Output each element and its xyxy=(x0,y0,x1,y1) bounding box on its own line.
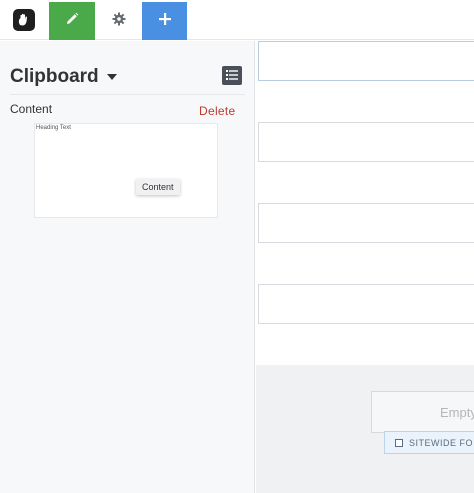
page-canvas: Empty SITEWIDE FO xyxy=(256,41,474,493)
content-block[interactable] xyxy=(258,41,474,81)
delete-button[interactable]: Delete xyxy=(199,104,236,118)
concrete-logo-button[interactable] xyxy=(0,0,48,40)
panel-title: Clipboard xyxy=(10,66,99,87)
add-block-button[interactable] xyxy=(142,2,187,40)
sitewide-label: SITEWIDE FO xyxy=(409,437,473,448)
list-view-button[interactable] xyxy=(222,66,242,85)
section-label: Content xyxy=(10,102,53,116)
content-block[interactable] xyxy=(258,284,474,324)
footer-area: Empty SITEWIDE FO xyxy=(256,365,474,493)
empty-area-text: Empty xyxy=(440,404,474,420)
empty-area-placeholder[interactable]: Empty xyxy=(371,391,474,433)
checkbox-icon[interactable] xyxy=(395,438,403,447)
pencil-icon xyxy=(65,12,79,31)
edit-mode-button[interactable] xyxy=(49,2,95,40)
concrete-hand-logo-icon xyxy=(13,9,35,31)
panel-title-dropdown[interactable]: Clipboard xyxy=(10,66,117,88)
sitewide-footer-toggle[interactable]: SITEWIDE FO xyxy=(384,431,474,454)
caret-down-icon xyxy=(106,74,117,80)
clipboard-panel: Clipboard Content Delete Heading Text Co… xyxy=(0,41,255,493)
panel-divider xyxy=(10,94,245,95)
gear-icon xyxy=(112,12,126,31)
preview-heading-text: Heading Text xyxy=(36,125,71,131)
content-block[interactable] xyxy=(258,122,474,162)
block-type-tag: Content xyxy=(136,179,180,195)
list-icon xyxy=(226,67,238,85)
content-block[interactable] xyxy=(258,203,474,243)
clipboard-item-card[interactable]: Heading Text Content xyxy=(34,123,218,218)
plus-icon xyxy=(158,12,172,31)
settings-button[interactable] xyxy=(96,2,142,40)
top-toolbar xyxy=(0,0,474,40)
